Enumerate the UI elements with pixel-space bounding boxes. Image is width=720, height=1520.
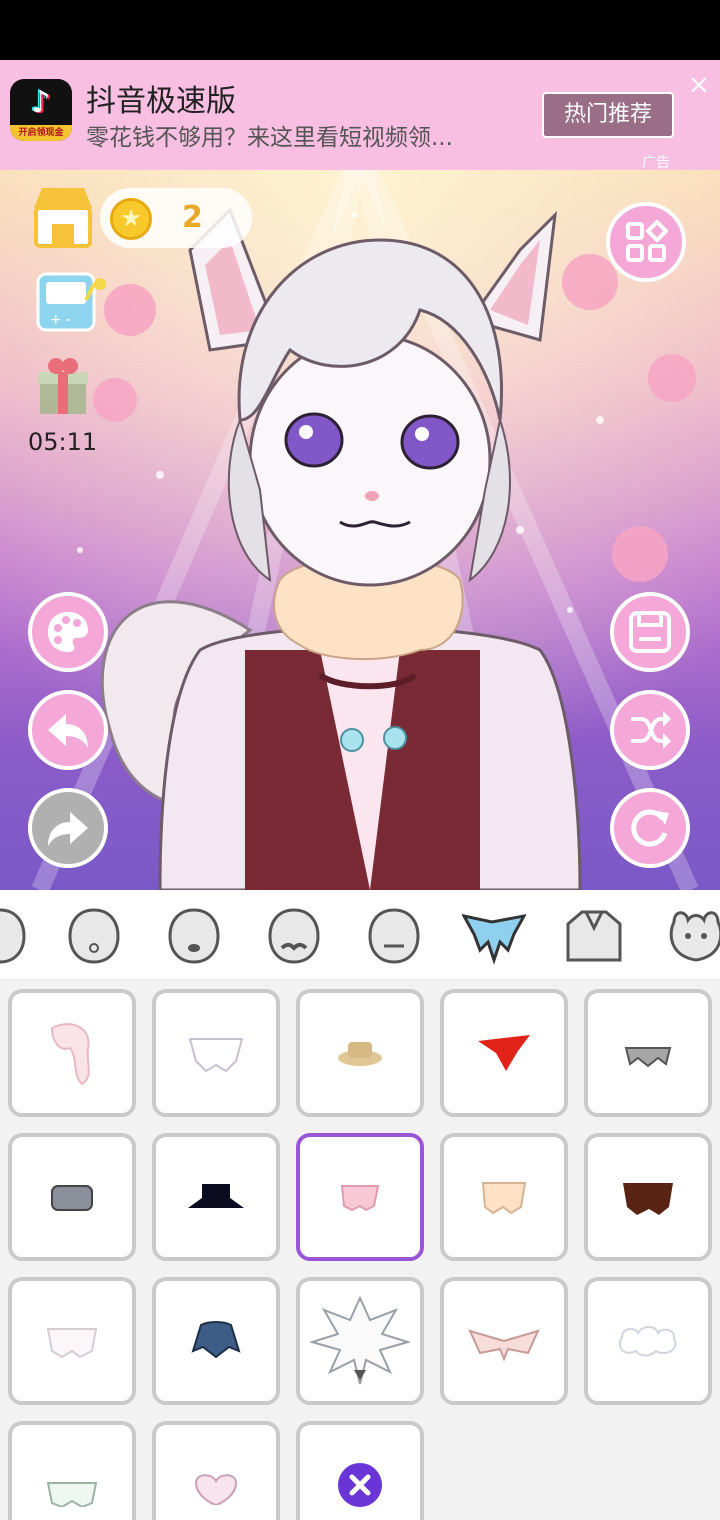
gift-icon[interactable] [36,356,90,416]
coin-count: 2 [182,200,203,235]
mint-fur-collar-item [46,1482,98,1507]
face-mouth-icon[interactable] [62,904,126,966]
brown-fur-collar-item [623,1183,673,1215]
palette-icon [48,612,88,652]
remove-item-tile[interactable] [296,1421,424,1520]
redo-button[interactable] [28,788,108,868]
save-button[interactable] [610,592,690,672]
blue-hood-item [191,1321,241,1359]
item-tile[interactable] [152,989,280,1117]
undo-button[interactable] [28,690,108,770]
save-icon [629,611,671,653]
svg-text:+ -: + - [50,312,71,328]
logo-strip: 开启领现金 [10,125,72,141]
cream-fur-collar-item [481,1182,527,1215]
item-tile-selected[interactable] [296,1133,424,1261]
close-circle-icon [338,1463,382,1507]
redo-icon [48,812,88,846]
red-bandana-item [478,1035,530,1071]
collar-icon[interactable] [462,904,526,966]
palette-button[interactable] [28,592,108,672]
item-tile[interactable] [440,989,568,1117]
character-stage: ★ 2 + - 05:11 [0,170,720,890]
shop-icon[interactable] [30,184,96,250]
black-turtleneck-item [188,1184,244,1208]
item-grid [0,980,720,1520]
music-note-icon: ♪ [31,85,51,120]
undo-icon [48,714,88,748]
ad-banner[interactable]: ♪ 开启领现金 抖音极速版 零花钱不够用？来这里看短视频领... 热门推荐 × … [0,60,720,171]
shirt-icon[interactable] [562,904,626,966]
item-tile[interactable] [8,1421,136,1520]
pink-heart-collar-item [194,1474,238,1505]
item-tile[interactable] [152,1421,280,1520]
pink-scarf-item [50,1023,90,1086]
gray-armor-collar-item [51,1185,93,1211]
gray-hair-piece-item [624,1047,672,1068]
face-partial-icon[interactable] [0,904,32,966]
shuffle-icon [631,711,671,749]
item-tile[interactable] [584,1277,712,1405]
close-icon[interactable]: × [688,70,710,100]
menu-grid-button[interactable] [606,202,686,282]
pink-bow-collar-item [468,1329,540,1361]
timer: 05:11 [28,428,98,456]
category-bar [0,890,720,980]
item-tile[interactable] [8,1133,136,1261]
item-tile[interactable] [584,1133,712,1261]
star-coin-icon: ★ [110,198,152,240]
item-tile[interactable] [296,1277,424,1405]
pet-icon[interactable] [664,904,720,966]
face-smile-icon[interactable] [362,904,426,966]
reset-button[interactable] [610,788,690,868]
item-tile[interactable] [440,1277,568,1405]
straw-hat-item [338,1042,382,1066]
stage-background [0,170,720,890]
grid-icon [626,220,668,262]
refresh-icon [631,809,669,847]
ad-tag: 广告 [642,155,670,171]
item-tile[interactable] [152,1277,280,1405]
item-tile[interactable] [8,989,136,1117]
coin-counter: ★ 2 [100,188,252,248]
ad-cta-button[interactable]: 热门推荐 [542,92,674,138]
white-fluff-collar-item [46,1328,98,1359]
item-tile[interactable] [296,989,424,1117]
game-console-icon[interactable]: + - [36,270,108,334]
white-feather-ruff-item [310,1296,410,1385]
pink-fur-collar-item [340,1185,380,1212]
white-fur-collar-item [188,1038,244,1073]
face-open-mouth-icon[interactable] [162,904,226,966]
item-tile[interactable] [8,1277,136,1405]
ad-title: 抖音极速版 [86,84,236,119]
status-bar [0,0,720,60]
white-cloud-collar-item [618,1326,677,1357]
item-tile[interactable] [152,1133,280,1261]
app-logo: ♪ 开启领现金 [10,79,72,141]
ad-description: 零花钱不够用？来这里看短视频领... [86,125,453,151]
item-tile[interactable] [440,1133,568,1261]
shuffle-button[interactable] [610,690,690,770]
face-mustache-icon[interactable] [262,904,326,966]
item-tile[interactable] [584,989,712,1117]
